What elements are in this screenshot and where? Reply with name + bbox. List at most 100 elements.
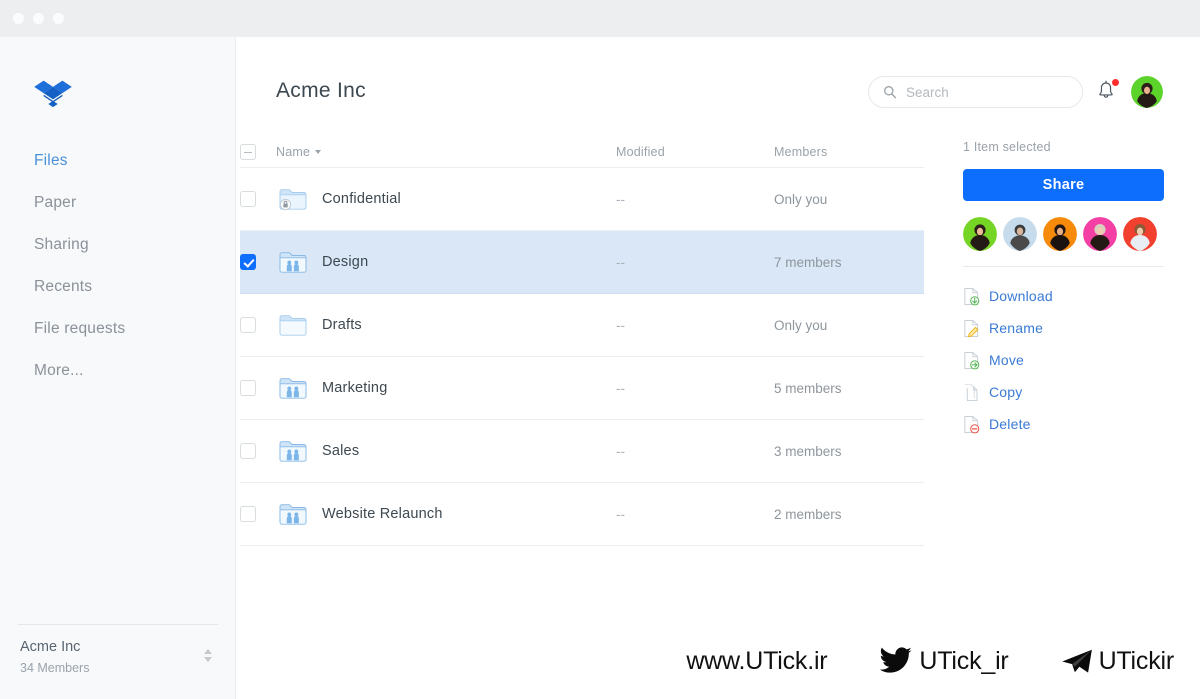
window-titlebar xyxy=(0,0,1200,37)
row-checkbox[interactable] xyxy=(240,443,256,459)
window-controls xyxy=(13,13,64,24)
selection-count: 1 Item selected xyxy=(963,140,1051,154)
folder-shared-icon xyxy=(278,501,308,527)
share-button[interactable]: Share xyxy=(963,169,1164,201)
delete-icon xyxy=(963,415,980,434)
row-name: Sales xyxy=(322,443,360,459)
telegram-plane-icon xyxy=(1061,649,1092,673)
watermark-site: www.UTick.ir xyxy=(686,647,827,676)
app-window: Files Paper Sharing Recents File request… xyxy=(0,0,1200,699)
row-modified: -- xyxy=(616,443,625,459)
table-row[interactable]: Confidential -- Only you xyxy=(240,168,924,231)
watermark: www.UTick.ir UTick_ir UTickir xyxy=(0,641,1200,681)
row-members: 2 members xyxy=(774,506,842,522)
download-icon xyxy=(963,287,980,306)
copy-label: Copy xyxy=(989,384,1023,400)
page-title: Acme Inc xyxy=(276,79,366,102)
sort-caret-icon xyxy=(315,149,322,154)
sidebar: Files Paper Sharing Recents File request… xyxy=(0,37,236,699)
select-all-cell xyxy=(240,143,276,160)
minimize-button[interactable] xyxy=(33,13,44,24)
twitter-bird-icon xyxy=(880,647,913,673)
row-checkbox[interactable] xyxy=(240,191,256,207)
dropbox-logo-icon[interactable] xyxy=(34,79,72,115)
delete-label: Delete xyxy=(989,416,1031,432)
column-header-members[interactable]: Members xyxy=(774,145,924,159)
sidebar-item-more[interactable]: More... xyxy=(0,350,236,392)
member-avatar-2[interactable] xyxy=(1003,217,1037,251)
select-all-checkbox[interactable] xyxy=(240,143,256,160)
folder-locked-icon xyxy=(278,186,308,212)
sidebar-item-paper[interactable]: Paper xyxy=(0,182,236,224)
watermark-site-text: www.UTick.ir xyxy=(686,646,828,675)
table-header-row: Name Modified Members xyxy=(240,136,924,168)
copy-action[interactable]: Copy xyxy=(963,376,1173,408)
row-modified: -- xyxy=(616,380,625,396)
table-row[interactable]: Design -- 7 members xyxy=(240,231,924,294)
search-input[interactable] xyxy=(906,84,1056,100)
row-modified: -- xyxy=(616,254,625,270)
row-members: Only you xyxy=(774,317,828,333)
sidebar-item-file-requests[interactable]: File requests xyxy=(0,308,236,350)
search-box[interactable] xyxy=(868,76,1083,108)
table-row[interactable]: Website Relaunch -- 2 members xyxy=(240,483,924,546)
table-row[interactable]: Drafts -- Only you xyxy=(240,294,924,357)
watermark-twitter-text: UTick_ir xyxy=(919,646,1009,675)
row-checkbox[interactable] xyxy=(240,254,256,270)
row-members: Only you xyxy=(774,191,828,207)
notifications-button[interactable] xyxy=(1096,79,1119,104)
download-action[interactable]: Download xyxy=(963,280,1173,312)
notification-badge xyxy=(1112,79,1119,86)
row-modified: -- xyxy=(616,191,625,207)
member-avatar-4[interactable] xyxy=(1083,217,1117,251)
copy-icon xyxy=(963,383,980,402)
row-members: 5 members xyxy=(774,380,842,396)
avatar[interactable] xyxy=(1131,76,1163,108)
sidebar-item-recents[interactable]: Recents xyxy=(0,266,236,308)
move-action[interactable]: Move xyxy=(963,344,1173,376)
member-avatar-1[interactable] xyxy=(963,217,997,251)
table-row[interactable]: Sales -- 3 members xyxy=(240,420,924,483)
row-members: 3 members xyxy=(774,443,842,459)
sidebar-item-files[interactable]: Files xyxy=(0,140,236,182)
row-checkbox[interactable] xyxy=(240,380,256,396)
column-header-name-label: Name xyxy=(276,144,311,159)
row-name: Marketing xyxy=(322,380,388,396)
row-name: Website Relaunch xyxy=(322,506,443,522)
folder-shared-icon xyxy=(278,375,308,401)
row-modified: -- xyxy=(616,317,625,333)
move-label: Move xyxy=(989,352,1025,368)
row-name: Design xyxy=(322,254,369,270)
sidebar-nav: Files Paper Sharing Recents File request… xyxy=(0,140,236,392)
folder-shared-icon xyxy=(278,249,308,275)
sidebar-divider xyxy=(18,624,218,625)
column-header-modified[interactable]: Modified xyxy=(616,145,774,159)
watermark-twitter: UTick_ir xyxy=(879,646,1009,676)
close-button[interactable] xyxy=(13,13,24,24)
sidebar-item-sharing[interactable]: Sharing xyxy=(0,224,236,266)
panel-divider xyxy=(963,266,1164,267)
row-checkbox[interactable] xyxy=(240,506,256,522)
folder-icon xyxy=(278,312,308,338)
delete-action[interactable]: Delete xyxy=(963,408,1173,440)
download-label: Download xyxy=(989,288,1053,304)
file-table: Name Modified Members Confidential -- On… xyxy=(240,136,924,546)
column-header-name[interactable]: Name xyxy=(276,145,616,159)
watermark-telegram: UTickir xyxy=(1061,647,1174,676)
folder-shared-icon xyxy=(278,438,308,464)
member-avatar-3[interactable] xyxy=(1043,217,1077,251)
row-modified: -- xyxy=(616,506,625,522)
row-members: 7 members xyxy=(774,254,842,270)
row-checkbox[interactable] xyxy=(240,317,256,333)
member-avatar-5[interactable] xyxy=(1123,217,1157,251)
rename-icon xyxy=(963,319,980,338)
watermark-telegram-text: UTickir xyxy=(1098,646,1175,675)
search-icon xyxy=(883,85,897,99)
rename-action[interactable]: Rename xyxy=(963,312,1173,344)
rename-label: Rename xyxy=(989,320,1044,336)
row-name: Confidential xyxy=(322,191,401,207)
maximize-button[interactable] xyxy=(53,13,64,24)
move-icon xyxy=(963,351,980,370)
selection-panel: 1 Item selected Share Download Rename Mo… xyxy=(963,140,1173,440)
table-row[interactable]: Marketing -- 5 members xyxy=(240,357,924,420)
